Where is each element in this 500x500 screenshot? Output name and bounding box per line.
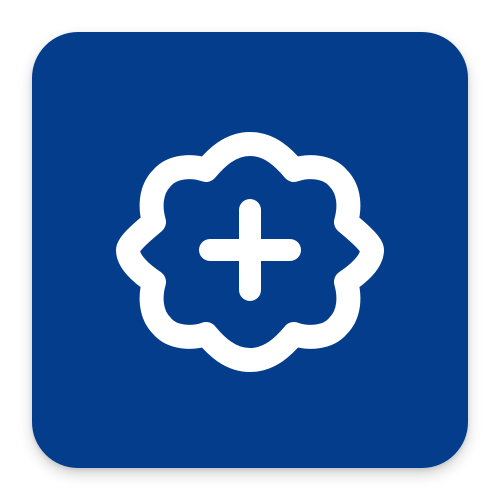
app-icon-tile[interactable] [32,32,468,468]
badge-plus-icon [116,132,384,372]
icon-canvas [0,0,500,500]
